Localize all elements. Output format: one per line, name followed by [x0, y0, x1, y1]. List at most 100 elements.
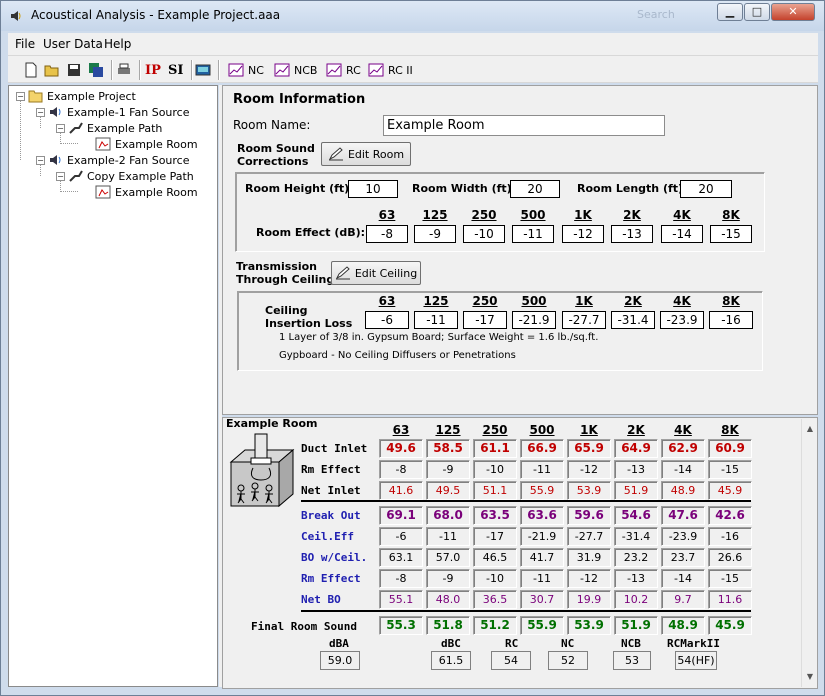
edit-room-label: Edit Room	[347, 147, 405, 161]
ceiling-loss-value[interactable]: -31.4	[611, 311, 655, 329]
tree-label: Example Project	[47, 89, 136, 103]
app-window: Acoustical Analysis - Example Project.aa…	[0, 0, 825, 696]
rc2-chart-button[interactable]: RC II	[368, 60, 413, 80]
final-sound-cell: 51.2	[473, 616, 517, 635]
new-file-icon	[25, 62, 37, 78]
search-ghost-text: Search	[637, 8, 675, 21]
ceiling-loss-value[interactable]: -23.9	[660, 311, 704, 329]
calculator-button[interactable]	[195, 60, 211, 80]
room-effect-value[interactable]: -8	[366, 225, 408, 243]
tree-item-room-2[interactable]: Example Room	[95, 185, 198, 199]
ceiling-loss-value[interactable]: -17	[463, 311, 507, 329]
menu-help[interactable]: Help	[104, 37, 131, 51]
summary-value: 54	[491, 651, 531, 670]
ceiling-band-header: 500	[521, 294, 547, 308]
ceiling-loss-value[interactable]: -21.9	[512, 311, 556, 329]
results-cell: -16	[708, 527, 752, 546]
collapse-icon[interactable]: −	[16, 91, 25, 101]
final-sound-cell: 48.9	[661, 616, 705, 635]
results-row-label: Duct Inlet	[301, 442, 368, 455]
room-effect-value[interactable]: -9	[414, 225, 456, 243]
tree-item-path-2[interactable]: − Copy Example Path	[56, 169, 194, 183]
ceiling-band-header: 63	[378, 294, 396, 308]
tree-item-fan-source-1[interactable]: − Example-1 Fan Source	[36, 105, 190, 119]
summary-value: 61.5	[431, 651, 471, 670]
results-row-label: Rm Effect	[301, 463, 361, 476]
tree-item-project[interactable]: − Example Project	[16, 89, 136, 103]
results-cell: 9.7	[661, 590, 705, 609]
results-cell: -10	[473, 460, 517, 479]
ceiling-loss-value[interactable]: -6	[365, 311, 409, 329]
tree-item-path-1[interactable]: − Example Path	[56, 121, 162, 135]
ceiling-loss-value[interactable]: -16	[709, 311, 753, 329]
section-divider	[301, 500, 751, 502]
summary-value: 53	[613, 651, 651, 670]
close-button[interactable]: ✕	[771, 3, 815, 21]
results-band-header: 1K	[580, 423, 598, 437]
window-title: Acoustical Analysis - Example Project.aa…	[31, 8, 281, 22]
results-cell: 41.6	[379, 481, 423, 500]
ceiling-loss-value[interactable]: -11	[414, 311, 458, 329]
edit-room-button[interactable]: Edit Room	[321, 142, 411, 166]
final-sound-cell: 55.9	[520, 616, 564, 635]
ip-units-button[interactable]: IP	[145, 60, 161, 80]
maximize-button[interactable]: □	[744, 3, 770, 21]
summary-label: NCB	[621, 637, 641, 650]
menu-file[interactable]: File	[15, 37, 35, 51]
ncb-chart-icon	[274, 63, 290, 77]
results-band-header: 4K	[674, 423, 692, 437]
room-effect-value[interactable]: -13	[611, 225, 653, 243]
new-file-button[interactable]	[23, 60, 39, 80]
results-cell: 51.9	[614, 481, 658, 500]
tree-item-room-1[interactable]: Example Room	[95, 137, 198, 151]
results-row-label: Ceil.Eff	[301, 530, 354, 543]
room-height-value[interactable]: 10	[348, 180, 398, 198]
scroll-up-icon[interactable]: ▲	[802, 421, 818, 437]
title-bar[interactable]: Acoustical Analysis - Example Project.aa…	[1, 1, 824, 31]
room-effect-value[interactable]: -10	[463, 225, 505, 243]
room-diagram-icon	[229, 433, 295, 508]
rc-chart-button[interactable]: RC	[326, 60, 361, 80]
folder-open-icon	[28, 90, 43, 103]
ncb-chart-button[interactable]: NCB	[274, 60, 317, 80]
edit-pencil-icon	[328, 147, 343, 161]
ceiling-loss-label: Ceiling Insertion Loss	[265, 304, 353, 330]
room-effect-value[interactable]: -12	[562, 225, 604, 243]
collapse-icon[interactable]: −	[36, 107, 45, 117]
summary-label: dBA	[329, 637, 349, 650]
open-folder-button[interactable]	[44, 60, 60, 80]
ceiling-band-header: 1K	[575, 294, 593, 308]
results-cell: -15	[708, 460, 752, 479]
results-cell: 54.6	[614, 506, 658, 525]
results-cell: 57.0	[426, 548, 470, 567]
collapse-icon[interactable]: −	[56, 171, 65, 181]
room-effect-value[interactable]: -11	[512, 225, 554, 243]
tree-item-fan-source-2[interactable]: − Example-2 Fan Source	[36, 153, 190, 167]
collapse-icon[interactable]: −	[36, 155, 45, 165]
room-effect-value[interactable]: -15	[710, 225, 752, 243]
nc-chart-button[interactable]: NC	[228, 60, 264, 80]
room-length-label: Room Length (ft):	[577, 182, 688, 195]
summary-value: 59.0	[320, 651, 360, 670]
duct-path-icon	[69, 170, 83, 182]
results-scrollbar[interactable]: ▲ ▼	[801, 419, 817, 687]
minimize-button[interactable]: ▁	[717, 3, 743, 21]
save-button[interactable]	[66, 60, 82, 80]
save-all-button[interactable]	[88, 60, 104, 80]
room-width-value[interactable]: 20	[510, 180, 560, 198]
room-effect-value[interactable]: -14	[661, 225, 703, 243]
scroll-down-icon[interactable]: ▼	[802, 669, 818, 685]
project-tree[interactable]: − Example Project − Example-1 Fan Source −…	[8, 85, 218, 687]
edit-ceiling-button[interactable]: Edit Ceiling	[331, 261, 421, 285]
collapse-icon[interactable]: −	[56, 123, 65, 133]
menu-user-data[interactable]: User Data	[43, 37, 103, 51]
ceiling-description-1: 1 Layer of 3/8 in. Gypsum Board; Surface…	[279, 332, 599, 343]
room-name-input[interactable]: Example Room	[383, 115, 665, 136]
results-row-label: BO w/Ceil.	[301, 551, 368, 564]
print-button[interactable]	[116, 60, 132, 80]
room-length-value[interactable]: 20	[680, 180, 732, 198]
summary-label: NC	[561, 637, 575, 650]
si-units-button[interactable]: SI	[168, 60, 183, 80]
results-cell: 26.6	[708, 548, 752, 567]
ceiling-loss-value[interactable]: -27.7	[562, 311, 606, 329]
